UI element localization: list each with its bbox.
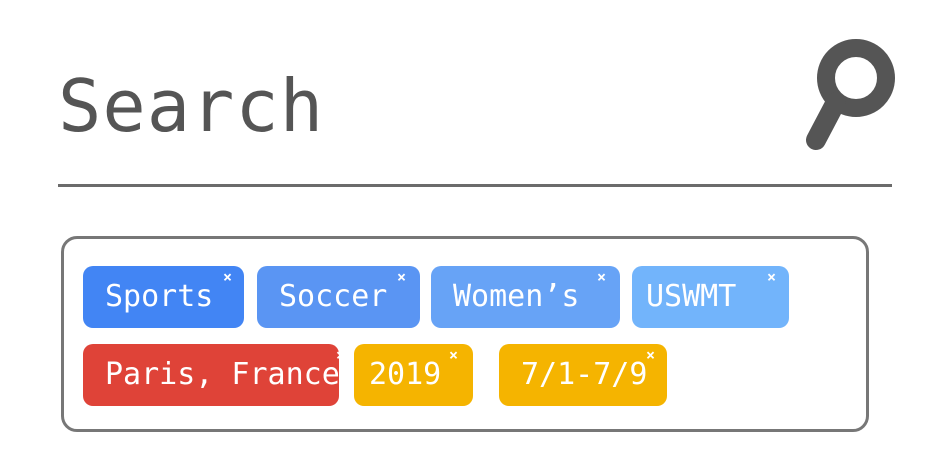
- close-icon[interactable]: ×: [449, 348, 458, 363]
- tag-dates[interactable]: 7/1-7/9 ×: [499, 344, 667, 406]
- tag-label: Paris, France: [105, 357, 340, 392]
- close-icon[interactable]: ×: [767, 270, 776, 285]
- tag-label: 7/1-7/9: [521, 357, 648, 392]
- tag-label: 2019: [369, 357, 442, 392]
- tag-label: Soccer: [279, 279, 388, 314]
- tag-label: USWMT: [646, 279, 737, 314]
- close-icon[interactable]: ×: [223, 270, 232, 285]
- tag-soccer[interactable]: Soccer ×: [257, 266, 420, 328]
- search-icon[interactable]: [800, 36, 900, 154]
- close-icon[interactable]: ×: [597, 270, 606, 285]
- page-title: Search: [58, 64, 325, 148]
- tag-label: Women’s: [453, 279, 580, 314]
- tag-sports[interactable]: Sports ×: [83, 266, 244, 328]
- tag-label: Sports: [105, 279, 214, 314]
- close-icon[interactable]: ×: [336, 348, 345, 363]
- tag-uswmt[interactable]: USWMT ×: [632, 266, 789, 328]
- search-underline: [58, 184, 892, 187]
- close-icon[interactable]: ×: [646, 348, 655, 363]
- tag-location[interactable]: Paris, France ×: [83, 344, 345, 406]
- tag-container[interactable]: Sports × Soccer × Women’s × USWMT × Pari…: [61, 236, 869, 432]
- tag-womens[interactable]: Women’s ×: [431, 266, 620, 328]
- close-icon[interactable]: ×: [397, 270, 406, 285]
- tag-year[interactable]: 2019 ×: [354, 344, 473, 406]
